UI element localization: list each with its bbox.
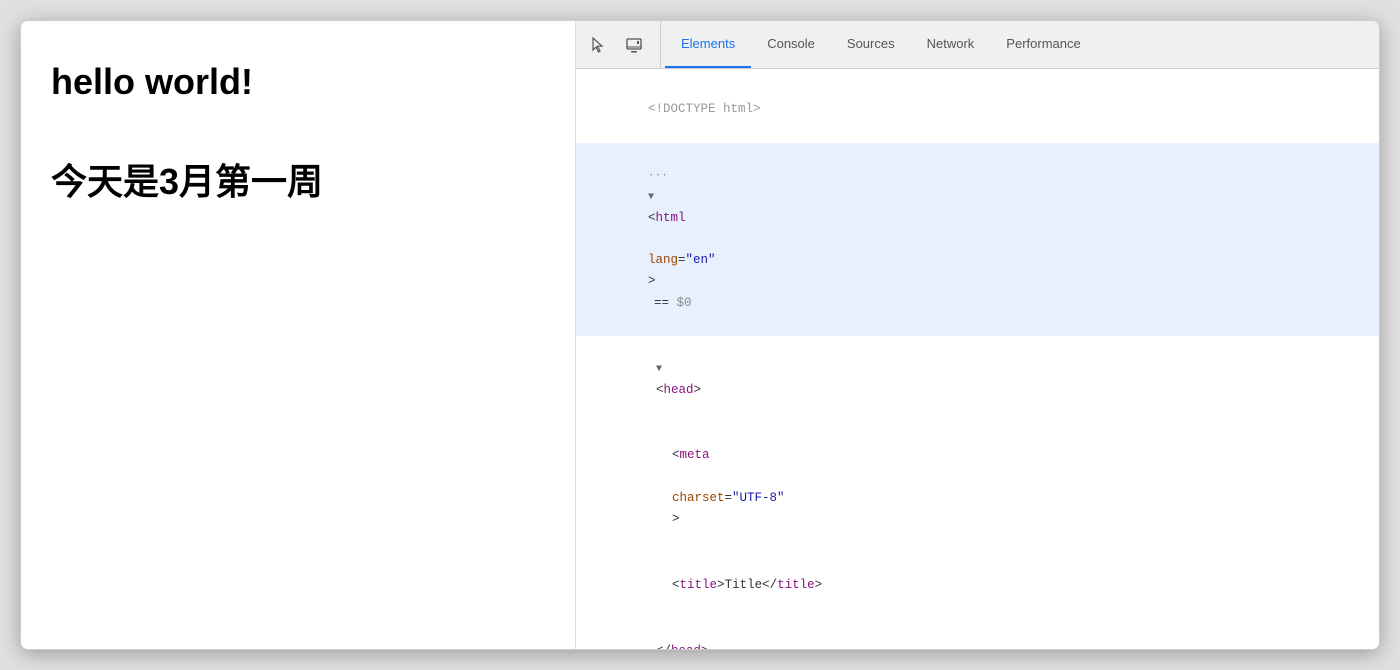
webpage-panel: hello world! 今天是3月第一周 — [21, 21, 576, 649]
webpage-heading1: hello world! — [51, 61, 545, 103]
html-line-doctype[interactable]: <!DOCTYPE html> — [576, 77, 1379, 143]
devtools-toolbar: Elements Console Sources Network Perform… — [576, 21, 1379, 69]
devtools-tabs: Elements Console Sources Network Perform… — [665, 21, 1371, 68]
browser-window: hello world! 今天是3月第一周 — [20, 20, 1380, 650]
devtools-content[interactable]: <!DOCTYPE html> ··· <html lang="en" > ==… — [576, 69, 1379, 649]
tab-performance[interactable]: Performance — [990, 21, 1096, 68]
html-line-meta[interactable]: <meta charset="UTF-8" > — [576, 423, 1379, 553]
html-line-head-close[interactable]: </head> — [576, 618, 1379, 649]
cursor-icon[interactable] — [584, 31, 612, 59]
devtools-icon-group — [584, 21, 661, 68]
tab-network[interactable]: Network — [911, 21, 991, 68]
device-icon[interactable] — [620, 31, 648, 59]
html-line-title[interactable]: <title>Title</title> — [576, 553, 1379, 619]
html-line-html[interactable]: ··· <html lang="en" > == $0 — [576, 143, 1379, 336]
webpage-heading2: 今天是3月第一周 — [51, 153, 545, 205]
tab-console[interactable]: Console — [751, 21, 831, 68]
tab-sources[interactable]: Sources — [831, 21, 911, 68]
devtools-panel: Elements Console Sources Network Perform… — [576, 21, 1379, 649]
html-line-head[interactable]: <head> — [576, 336, 1379, 423]
tab-elements[interactable]: Elements — [665, 21, 751, 68]
